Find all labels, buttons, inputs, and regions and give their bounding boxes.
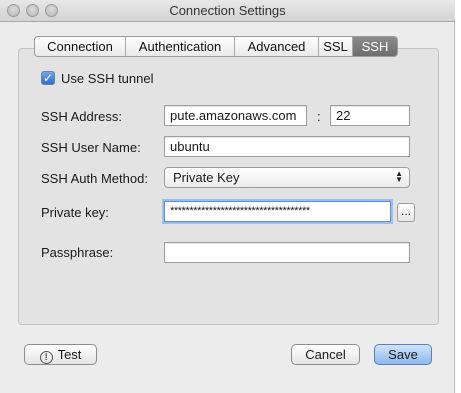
- cancel-button[interactable]: Cancel: [291, 344, 360, 365]
- chevron-up-down-icon: ▲ ▼: [395, 169, 403, 184]
- tab-authentication[interactable]: Authentication: [126, 37, 235, 56]
- warning-icon: !: [39, 351, 53, 364]
- test-button-label: Test: [57, 347, 82, 362]
- tab-bar: Connection Authentication Advanced SSL S…: [34, 36, 398, 57]
- tab-connection[interactable]: Connection: [35, 37, 126, 56]
- browse-private-key-button[interactable]: ...: [397, 203, 415, 222]
- title-bar[interactable]: Connection Settings: [0, 0, 455, 22]
- tab-ssl[interactable]: SSL: [319, 37, 353, 56]
- use-ssh-tunnel-label: Use SSH tunnel: [61, 71, 154, 86]
- ssh-user-name-field[interactable]: ubuntu: [164, 136, 410, 157]
- ssh-port-field[interactable]: 22: [330, 105, 410, 126]
- ssh-address-label: SSH Address:: [41, 109, 122, 124]
- tab-ssh[interactable]: SSH: [353, 37, 397, 56]
- private-key-label: Private key:: [41, 205, 109, 220]
- port-separator: :: [317, 109, 321, 124]
- ssh-user-name-label: SSH User Name:: [41, 140, 141, 155]
- passphrase-label: Passphrase:: [41, 245, 114, 260]
- test-button[interactable]: ! Test: [24, 344, 97, 365]
- ssh-auth-method-select[interactable]: Private Key ▲ ▼: [164, 167, 410, 188]
- use-ssh-tunnel-checkbox[interactable]: ✓: [41, 71, 55, 85]
- connection-settings-window: Connection Settings Connection Authentic…: [0, 0, 455, 393]
- ssh-auth-method-label: SSH Auth Method:: [41, 171, 148, 186]
- private-key-field[interactable]: ************************************: [164, 201, 391, 222]
- ssh-auth-method-value: Private Key: [173, 170, 240, 185]
- window-title: Connection Settings: [169, 3, 286, 18]
- ssh-address-field[interactable]: pute.amazonaws.com: [164, 105, 307, 126]
- tab-advanced[interactable]: Advanced: [235, 37, 319, 56]
- save-button[interactable]: Save: [374, 344, 432, 365]
- passphrase-field[interactable]: [164, 242, 410, 263]
